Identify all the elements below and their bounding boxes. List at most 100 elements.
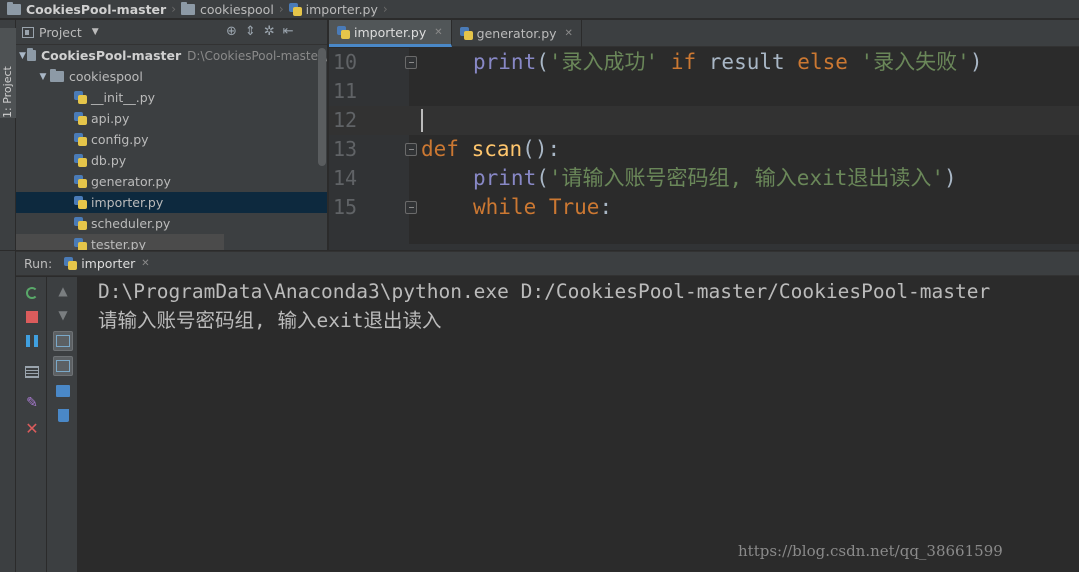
run-toolbar: ✎ ✕	[16, 277, 47, 572]
expand-arrow-icon[interactable]: ▼	[36, 72, 50, 82]
tree-file-label: config.py	[91, 132, 149, 147]
tree-file-label: generator.py	[91, 174, 171, 189]
run-panel-header: Run: importer ✕	[16, 251, 1079, 276]
python-file-icon	[74, 91, 87, 104]
tree-folder-label: cookiespool	[69, 69, 143, 84]
tree-file[interactable]: __init__.py	[16, 87, 327, 108]
close-tab-icon[interactable]: ✕	[434, 27, 442, 38]
locate-file-icon[interactable]: ⊕	[226, 24, 237, 39]
tree-file-label: tester.py	[91, 237, 146, 250]
watermark-text: https://blog.csdn.net/qq_38661599	[738, 542, 1003, 560]
tree-file[interactable]: db.py	[16, 150, 327, 171]
python-file-icon	[74, 217, 87, 230]
tree-file-label: api.py	[91, 111, 130, 126]
dropdown-arrow-icon[interactable]: ▼	[92, 27, 99, 37]
line-number: 12	[333, 108, 358, 132]
editor-tab-generator[interactable]: generator.py ✕	[452, 20, 582, 47]
print-button[interactable]	[53, 381, 73, 401]
python-file-icon	[74, 238, 87, 250]
project-vertical-scrollbar[interactable]	[318, 48, 326, 166]
folder-icon	[7, 1, 21, 15]
fold-marker-icon[interactable]	[405, 201, 417, 214]
python-file-icon	[74, 133, 87, 146]
tree-file[interactable]: api.py	[16, 108, 327, 129]
stop-icon	[26, 311, 38, 323]
code-line: 14 print('请输入账号密码组, 输入exit退出读入')	[329, 164, 1079, 193]
editor-tab-bar: importer.py ✕ generator.py ✕	[329, 20, 1079, 47]
breadcrumb-file-label: importer.py	[305, 1, 378, 17]
folder-icon	[181, 1, 196, 15]
folder-icon	[50, 69, 64, 82]
pause-button[interactable]	[22, 331, 42, 351]
tree-file[interactable]: config.py	[16, 129, 327, 150]
close-tab-icon[interactable]: ✕	[141, 258, 149, 269]
left-tool-strip-bottom	[0, 251, 16, 572]
project-tool-tab-label: 1: Project	[1, 66, 14, 118]
project-view-selector[interactable]: Project	[39, 25, 82, 40]
editor-tab-importer[interactable]: importer.py ✕	[329, 20, 452, 47]
tree-folder[interactable]: ▼ cookiespool	[16, 66, 327, 87]
rerun-button[interactable]	[22, 283, 42, 303]
close-run-button[interactable]: ✕	[22, 418, 42, 438]
arrow-down-icon: ▼	[58, 308, 68, 322]
console-line-output: 请输入账号密码组, 输入exit退出读入	[98, 309, 442, 332]
close-tab-icon[interactable]: ✕	[565, 28, 573, 39]
breadcrumb-project[interactable]: CookiesPool-master	[4, 0, 169, 19]
left-tool-strip: 1: Project	[0, 20, 16, 250]
fold-marker-icon[interactable]	[405, 143, 417, 156]
pin-tab-button[interactable]: ✎	[22, 393, 42, 413]
python-file-icon	[64, 257, 78, 270]
scroll-down-button[interactable]: ▼	[53, 305, 73, 325]
line-number: 10	[333, 50, 358, 74]
print-icon	[56, 385, 70, 397]
run-tab-importer[interactable]: importer ✕	[64, 256, 150, 271]
run-console[interactable]: D:\ProgramData\Anaconda3\python.exe D:/C…	[78, 277, 1079, 572]
breadcrumb-folder[interactable]: cookiespool	[178, 0, 277, 19]
clear-all-button[interactable]	[53, 405, 73, 425]
python-file-icon	[337, 25, 350, 39]
tree-file-selected[interactable]: importer.py	[16, 192, 327, 213]
line-number: 14	[333, 166, 358, 190]
code-text: while True:	[473, 195, 613, 219]
tree-file-label: scheduler.py	[91, 216, 171, 231]
editor-horizontal-scrollbar[interactable]	[329, 244, 1079, 250]
code-editor[interactable]: 10 print('录入成功' if result else '录入失败') 1…	[329, 48, 1079, 250]
project-panel-toolbar: ⊕ ⇕ ✲ ⇤	[226, 24, 294, 39]
fold-marker-icon[interactable]	[405, 56, 417, 69]
dump-threads-button[interactable]	[22, 362, 42, 382]
tree-root-path: D:\CookiesPool-master\	[187, 48, 327, 63]
project-view-icon	[22, 26, 34, 38]
code-line: 15 while True:	[329, 193, 1079, 222]
scroll-to-end-button[interactable]	[53, 356, 73, 376]
tree-file[interactable]: generator.py	[16, 171, 327, 192]
navigation-bar: CookiesPool-master › cookiespool › impor…	[0, 0, 1079, 19]
settings-gear-icon[interactable]: ✲	[264, 24, 275, 39]
code-text: def scan():	[421, 137, 561, 161]
tree-root-label: CookiesPool-master	[40, 48, 182, 63]
python-file-icon	[74, 196, 87, 209]
stop-button[interactable]	[22, 307, 42, 327]
editor-tab-label: importer.py	[354, 24, 427, 40]
tree-file[interactable]: scheduler.py	[16, 213, 327, 234]
line-number: 11	[333, 79, 358, 103]
tree-file-label: __init__.py	[91, 90, 156, 105]
code-text: print('录入成功' if result else '录入失败')	[473, 50, 983, 74]
code-line: 13 def scan():	[329, 135, 1079, 164]
hide-panel-icon[interactable]: ⇤	[283, 24, 294, 39]
folder-icon	[26, 48, 36, 61]
breadcrumb-file[interactable]: importer.py	[286, 0, 381, 19]
run-tab-label: importer	[81, 256, 136, 271]
run-label: Run:	[24, 256, 53, 271]
collapse-all-icon[interactable]: ⇕	[245, 24, 256, 39]
code-line-current: 12	[329, 106, 1079, 135]
expand-arrow-icon[interactable]: ▼	[18, 51, 27, 61]
project-tool-tab[interactable]: 1: Project	[0, 28, 16, 118]
project-tree: ▼ CookiesPool-master D:\CookiesPool-mast…	[16, 45, 327, 250]
tree-file[interactable]: tester.py	[16, 234, 224, 250]
tree-file-label: importer.py	[91, 195, 164, 210]
soft-wrap-button[interactable]	[53, 331, 73, 351]
code-line: 11	[329, 77, 1079, 106]
scroll-up-button[interactable]: ▲	[53, 281, 73, 301]
tree-root[interactable]: ▼ CookiesPool-master D:\CookiesPool-mast…	[16, 45, 327, 66]
code-line: 10 print('录入成功' if result else '录入失败')	[329, 48, 1079, 77]
